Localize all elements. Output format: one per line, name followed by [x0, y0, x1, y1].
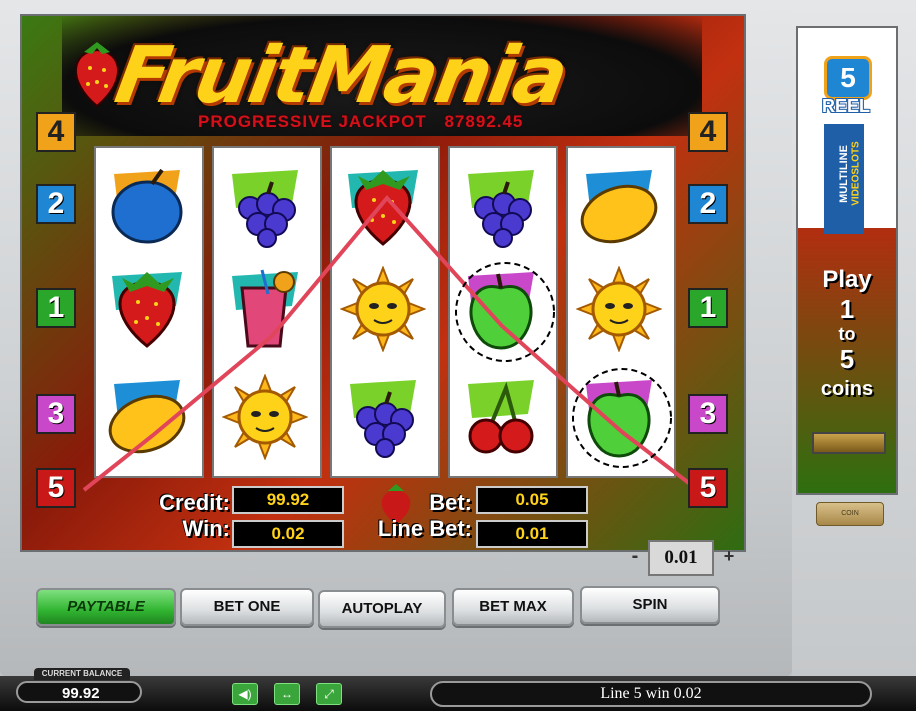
payline-left-3[interactable]: 3 — [36, 394, 76, 434]
arrows-icon[interactable]: ↔ — [274, 683, 300, 705]
coin-slot-bar — [812, 432, 886, 454]
multiline-text: MULTILINE — [838, 145, 850, 203]
current-balance-label: CURRENT BALANCE — [34, 668, 130, 680]
game-screen: FruitMania PROGRESSIVE JACKPOT 87892.45 … — [20, 14, 746, 552]
payline-right-1[interactable]: 1 — [688, 288, 728, 328]
fullscreen-icon[interactable]: ⤢ — [316, 683, 342, 705]
play-max-coins: 5 — [839, 344, 855, 374]
status-bar: CURRENT BALANCE 99.92 ◀) ↔ ⤢ Line 5 win … — [0, 668, 916, 711]
paytable-button[interactable]: PAYTABLE — [36, 588, 176, 626]
coin-increase-button[interactable]: + — [720, 546, 738, 566]
win-value: 0.02 — [232, 520, 344, 548]
coins-text: coins — [820, 378, 874, 400]
current-balance-value: 99.92 — [16, 681, 142, 703]
bet-max-button[interactable]: BET MAX — [452, 588, 574, 626]
reel-count-badge: 5 — [824, 56, 872, 100]
payline-right-3[interactable]: 3 — [688, 394, 728, 434]
status-message: Line 5 win 0.02 — [430, 681, 872, 707]
play-to-text: to — [838, 324, 856, 344]
payline-left-5[interactable]: 5 — [36, 468, 76, 508]
side-banner: 5 REEL MULTILINE VIDEOSLOTS Play 1 to 5 … — [796, 26, 898, 495]
coin-value-display: 0.01 — [648, 540, 714, 576]
reel-label: REEL — [821, 96, 870, 116]
coin-selector: - 0.01 + — [626, 540, 740, 576]
line-bet-value: 0.01 — [476, 520, 588, 548]
payline-5-line — [82, 194, 700, 492]
coin-decrease-button[interactable]: - — [626, 546, 644, 566]
multiline-strip: MULTILINE VIDEOSLOTS — [824, 124, 864, 234]
credit-value: 99.92 — [232, 486, 344, 514]
coin-insert-slot[interactable]: COIN — [816, 502, 884, 526]
videoslots-text: VIDEOSLOTS — [850, 141, 862, 206]
win-highlight-circle — [455, 262, 555, 362]
spin-button[interactable]: SPIN — [580, 586, 720, 624]
payline-right-5[interactable]: 5 — [688, 468, 728, 508]
win-highlight-circle — [572, 368, 672, 468]
win-label: Win: — [182, 516, 230, 541]
bet-value: 0.05 — [476, 486, 588, 514]
bet-label: Bet: — [429, 490, 472, 515]
payline-left-4[interactable]: 4 — [36, 112, 76, 152]
payline-5-overlay — [82, 194, 700, 492]
sound-icon[interactable]: ◀) — [232, 683, 258, 705]
payline-right-4[interactable]: 4 — [688, 112, 728, 152]
payline-right-2[interactable]: 2 — [688, 184, 728, 224]
bet-one-button[interactable]: BET ONE — [180, 588, 314, 626]
play-min-coins: 1 — [839, 294, 855, 324]
autoplay-button[interactable]: AUTOPLAY — [318, 590, 446, 628]
payline-left-2[interactable]: 2 — [36, 184, 76, 224]
line-bet-label: Line Bet: — [377, 516, 472, 541]
credit-label: Credit: — [159, 490, 230, 515]
payline-left-1[interactable]: 1 — [36, 288, 76, 328]
play-text: Play — [822, 266, 872, 293]
